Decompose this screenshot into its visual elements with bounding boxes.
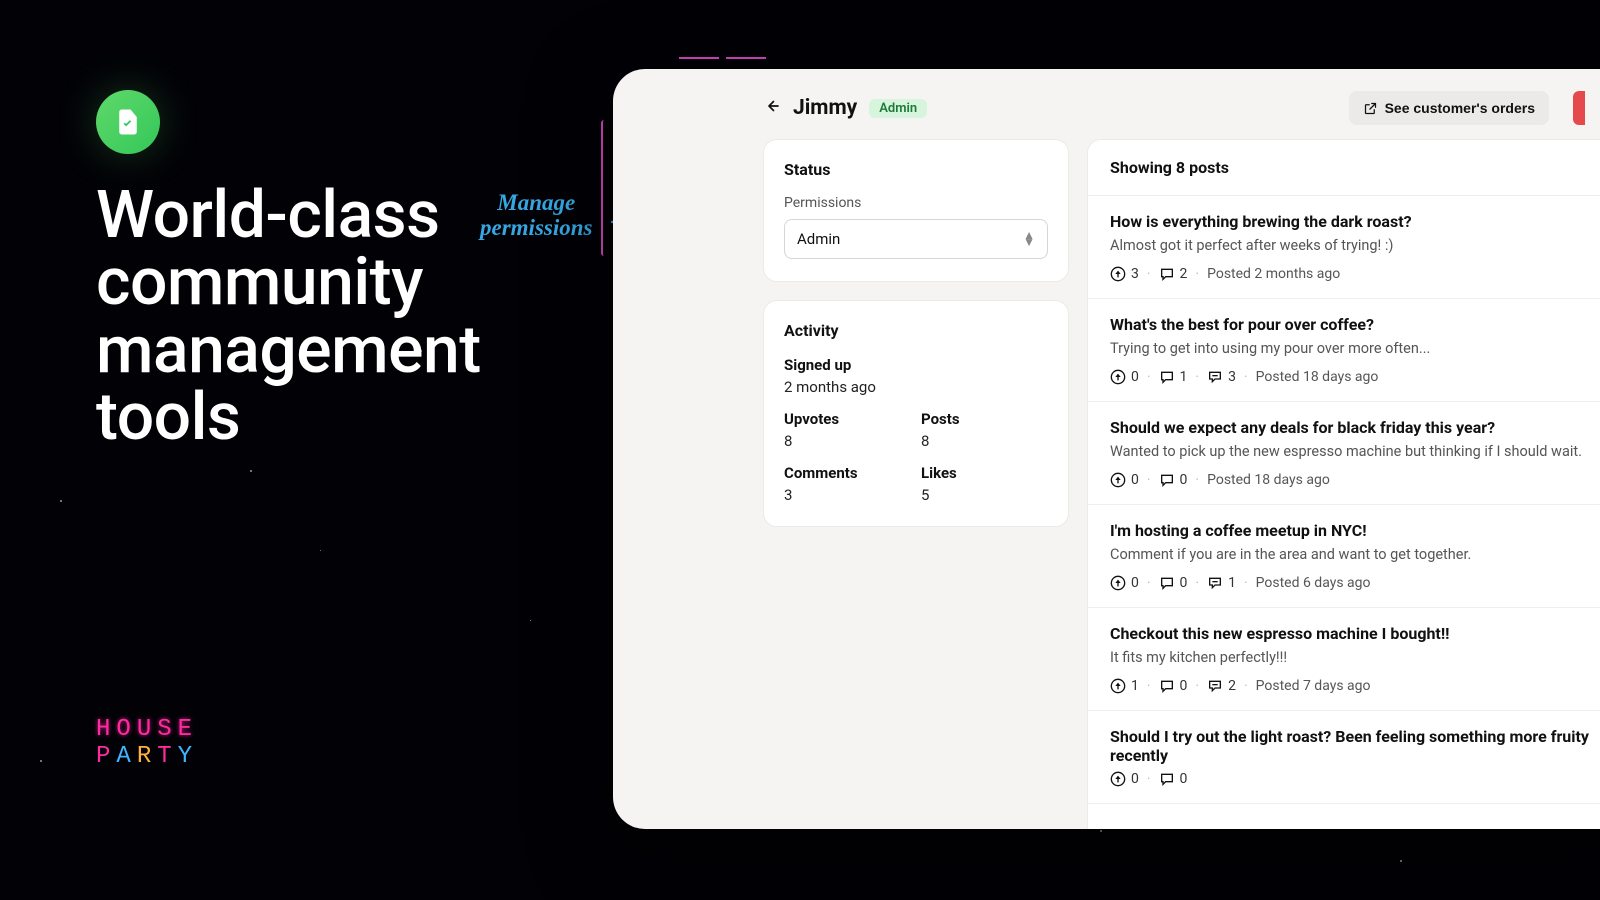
- post-comment-count: 0: [1180, 771, 1188, 787]
- post-comment-count: 1: [1180, 369, 1188, 385]
- comment-icon: [1159, 472, 1175, 488]
- comment-icon: [1159, 678, 1175, 694]
- post-title: How is everything brewing the dark roast…: [1110, 212, 1590, 231]
- post-meta: 0·0·Posted 18 days ago: [1110, 472, 1590, 488]
- post-upvote-count: 0: [1131, 369, 1139, 385]
- arrow-left-icon: [763, 97, 781, 115]
- signed-up-label: Signed up: [784, 356, 1048, 374]
- post-excerpt: Comment if you are in the area and want …: [1110, 546, 1590, 563]
- post-timestamp: Posted 7 days ago: [1256, 678, 1371, 694]
- post-comment-count: 2: [1180, 266, 1188, 282]
- up-down-chevron-icon: ▲▼: [1023, 232, 1035, 246]
- activity-card: Activity Signed up 2 months ago Upvotes …: [763, 300, 1069, 527]
- posts-label: Posts: [921, 410, 1048, 428]
- post-comment-count: 0: [1180, 575, 1188, 591]
- post-comment-count: 0: [1180, 472, 1188, 488]
- post-item[interactable]: I'm hosting a coffee meetup in NYC! Comm…: [1088, 505, 1600, 608]
- post-meta: 0·0: [1110, 771, 1590, 787]
- post-comment-count: 0: [1180, 678, 1188, 694]
- upvotes-label: Upvotes: [784, 410, 911, 428]
- post-title: What's the best for pour over coffee?: [1110, 315, 1590, 334]
- post-timestamp: Posted 18 days ago: [1207, 472, 1330, 488]
- post-meta: 1·0·2·Posted 7 days ago: [1110, 678, 1590, 694]
- post-timestamp: Posted 6 days ago: [1256, 575, 1371, 591]
- houseparty-wordmark: HOUSE PARTY: [96, 717, 198, 770]
- panel-header: Jimmy Admin See customer's orders: [613, 69, 1600, 139]
- reply-icon: [1207, 369, 1223, 385]
- post-upvote-count: 0: [1131, 771, 1139, 787]
- document-check-icon: [113, 107, 143, 137]
- post-reply-count: 2: [1228, 678, 1236, 694]
- post-upvote-count: 3: [1131, 266, 1139, 282]
- post-title: I'm hosting a coffee meetup in NYC!: [1110, 521, 1590, 540]
- post-item[interactable]: Should I try out the light roast? Been f…: [1088, 711, 1600, 804]
- post-upvote-count: 0: [1131, 575, 1139, 591]
- post-upvote-count: 0: [1131, 472, 1139, 488]
- signed-up-value: 2 months ago: [784, 378, 1048, 396]
- danger-action-edge[interactable]: [1573, 91, 1585, 125]
- comments-value: 3: [784, 486, 911, 504]
- post-title: Should I try out the light roast? Been f…: [1110, 727, 1590, 765]
- brand-logo: [96, 90, 160, 154]
- user-name: Jimmy: [793, 96, 857, 120]
- hero-title: World-class community management tools: [96, 182, 516, 451]
- see-orders-label: See customer's orders: [1385, 100, 1535, 116]
- post-excerpt: Trying to get into using my pour over mo…: [1110, 340, 1590, 357]
- reply-icon: [1207, 678, 1223, 694]
- status-card: Status Permissions Admin ▲▼: [763, 139, 1069, 282]
- likes-value: 5: [921, 486, 1048, 504]
- annotation-permissions: Manage permissions: [480, 190, 592, 241]
- upvote-icon: [1110, 575, 1126, 591]
- comments-label: Comments: [784, 464, 911, 482]
- upvote-icon: [1110, 266, 1126, 282]
- permissions-label: Permissions: [784, 195, 1048, 211]
- post-excerpt: Almost got it perfect after weeks of try…: [1110, 237, 1590, 254]
- posts-value: 8: [921, 432, 1048, 450]
- status-card-title: Status: [784, 160, 1048, 179]
- comment-icon: [1159, 771, 1175, 787]
- back-button[interactable]: [763, 96, 781, 120]
- app-panel: Jimmy Admin See customer's orders Status…: [613, 69, 1600, 829]
- permissions-selected: Admin: [797, 230, 840, 248]
- comment-icon: [1159, 575, 1175, 591]
- post-upvote-count: 1: [1131, 678, 1139, 694]
- post-item[interactable]: How is everything brewing the dark roast…: [1088, 196, 1600, 299]
- post-excerpt: Wanted to pick up the new espresso machi…: [1110, 443, 1590, 460]
- reply-icon: [1207, 575, 1223, 591]
- post-meta: 0·0·1·Posted 6 days ago: [1110, 575, 1590, 591]
- post-timestamp: Posted 18 days ago: [1256, 369, 1379, 385]
- comment-icon: [1159, 266, 1175, 282]
- post-reply-count: 3: [1228, 369, 1236, 385]
- post-excerpt: It fits my kitchen perfectly!!!: [1110, 649, 1590, 666]
- posts-panel: Showing 8 posts How is everything brewin…: [1087, 139, 1600, 829]
- post-item[interactable]: What's the best for pour over coffee? Tr…: [1088, 299, 1600, 402]
- permissions-select[interactable]: Admin ▲▼: [784, 219, 1048, 259]
- post-item[interactable]: Checkout this new espresso machine I bou…: [1088, 608, 1600, 711]
- post-title: Should we expect any deals for black fri…: [1110, 418, 1590, 437]
- external-link-icon: [1363, 101, 1378, 116]
- role-badge: Admin: [869, 99, 927, 118]
- see-orders-button[interactable]: See customer's orders: [1349, 91, 1549, 125]
- upvote-icon: [1110, 472, 1126, 488]
- activity-card-title: Activity: [784, 321, 1048, 340]
- upvote-icon: [1110, 678, 1126, 694]
- post-reply-count: 1: [1228, 575, 1236, 591]
- post-title: Checkout this new espresso machine I bou…: [1110, 624, 1590, 643]
- post-item[interactable]: Should we expect any deals for black fri…: [1088, 402, 1600, 505]
- upvote-icon: [1110, 369, 1126, 385]
- post-meta: 3·2·Posted 2 months ago: [1110, 266, 1590, 282]
- post-timestamp: Posted 2 months ago: [1207, 266, 1340, 282]
- upvote-icon: [1110, 771, 1126, 787]
- upvotes-value: 8: [784, 432, 911, 450]
- post-meta: 0·1·3·Posted 18 days ago: [1110, 369, 1590, 385]
- likes-label: Likes: [921, 464, 1048, 482]
- posts-count-header: Showing 8 posts: [1088, 140, 1600, 196]
- comment-icon: [1159, 369, 1175, 385]
